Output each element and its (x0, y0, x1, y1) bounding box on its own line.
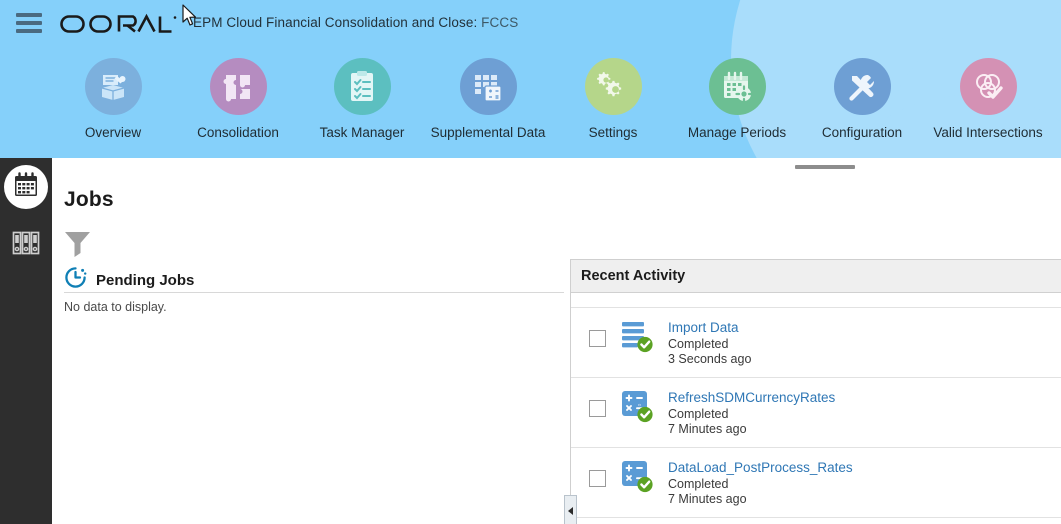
nav-card-label: Consolidation (197, 125, 279, 140)
task-manager-icon (333, 58, 391, 115)
nav-card-label: Valid Intersections (933, 125, 1043, 140)
list-item[interactable]: DataLoad_PostProcess_Rates Completed 7 M… (571, 448, 1061, 518)
job-status: Completed (668, 407, 729, 421)
job-time: 7 Minutes ago (668, 422, 747, 436)
valid-intersections-icon (959, 58, 1017, 115)
consolidation-icon (209, 58, 267, 115)
nav-card-supplemental-data[interactable]: Supplemental Data (423, 58, 553, 140)
job-name[interactable]: RefreshSDMCurrencyRates (668, 390, 1061, 405)
job-time: 3 Seconds ago (668, 352, 752, 366)
content-area: Jobs Pending Jobs No data to display. Re… (52, 158, 1061, 524)
application-window: EPM Cloud Financial Consolidation and Cl… (0, 0, 1061, 524)
nav-card-configuration[interactable]: Configuration (797, 58, 927, 140)
nav-card-consolidation[interactable]: Consolidation (173, 58, 303, 140)
nav-card-label: Supplemental Data (430, 125, 546, 140)
list-item[interactable]: 6 Seconds ago (571, 293, 1061, 308)
job-time: 7 Minutes ago (668, 492, 747, 506)
filter-funnel-icon[interactable] (64, 230, 91, 263)
row-checkbox[interactable] (589, 470, 606, 487)
job-name[interactable]: Import Data (668, 320, 1061, 335)
recent-activity-header: Recent Activity (571, 260, 1061, 293)
page-title: Jobs (64, 188, 114, 211)
nav-card-label: Manage Periods (687, 125, 787, 140)
nav-card-label: Task Manager (319, 125, 405, 140)
pending-jobs-empty-message: No data to display. (64, 300, 167, 314)
row-checkbox[interactable] (589, 330, 606, 347)
pending-jobs-divider (64, 292, 564, 293)
calculation-icon (620, 459, 654, 493)
job-name[interactable]: DataLoad_PostProcess_Rates (668, 460, 1061, 475)
nav-card-settings[interactable]: Settings (548, 58, 678, 140)
nav-card-label: Overview (84, 125, 142, 140)
list-item[interactable]: RefreshSDMCurrencyRates Completed 7 Minu… (571, 378, 1061, 448)
settings-icon (584, 58, 642, 115)
calculation-icon (620, 389, 654, 423)
app-title: EPM Cloud Financial Consolidation and Cl… (193, 15, 518, 30)
nav-card-overview[interactable]: Overview (48, 58, 178, 140)
row-checkbox[interactable] (589, 400, 606, 417)
recent-activity-panel: Recent Activity Import Data Completed 3 … (570, 259, 1061, 524)
panel-resize-handle[interactable] (795, 165, 855, 169)
left-rail (0, 158, 52, 524)
recent-activity-title: Recent Activity (581, 268, 686, 284)
pending-jobs-header: Pending Jobs (64, 266, 194, 294)
nav-card-task-manager[interactable]: Task Manager (297, 58, 427, 140)
library-binders-icon (12, 230, 40, 261)
nav-card-valid-intersections[interactable]: Valid Intersections (923, 58, 1053, 140)
clock-pending-icon (64, 266, 87, 294)
panel-collapse-splitter[interactable] (564, 495, 577, 524)
configuration-icon (833, 58, 891, 115)
hamburger-menu-icon[interactable] (16, 13, 42, 33)
overview-icon (84, 58, 142, 115)
top-bar: EPM Cloud Financial Consolidation and Cl… (0, 0, 1061, 46)
job-status: Completed (668, 477, 729, 491)
recent-activity-list: 6 Seconds ago (571, 293, 1061, 518)
chevron-left-icon (568, 506, 573, 515)
app-title-text: EPM Cloud Financial Consolidation and Cl… (193, 15, 478, 30)
pending-jobs-title: Pending Jobs (96, 271, 195, 289)
oracle-logo (59, 12, 177, 36)
rail-item-calendar[interactable] (0, 158, 52, 216)
calendar-icon (13, 171, 39, 203)
nav-card-manage-periods[interactable]: Manage Periods (672, 58, 802, 140)
nav-card-label: Settings (588, 125, 638, 140)
import-data-icon (620, 319, 654, 353)
supplemental-data-icon (459, 58, 517, 115)
nav-card-label: Configuration (821, 125, 903, 140)
list-item[interactable]: Import Data Completed 3 Seconds ago (571, 308, 1061, 378)
manage-periods-icon (708, 58, 766, 115)
pod-name: FCCS (481, 15, 519, 30)
job-status: Completed (668, 337, 729, 351)
rail-item-library[interactable] (0, 216, 52, 274)
navigation-cards: Overview Consolidation Task Manager Supp… (0, 58, 1061, 153)
